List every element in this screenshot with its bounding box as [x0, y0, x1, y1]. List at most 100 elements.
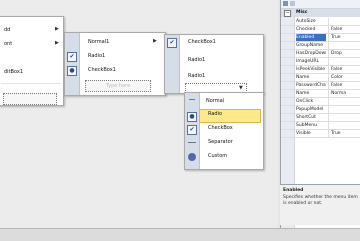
menu-item[interactable] — [0, 51, 63, 65]
dropdown-option[interactable]: Separator — [203, 136, 263, 149]
collapse-icon[interactable]: − — [284, 10, 291, 17]
menu-icon-strip — [65, 33, 80, 95]
dropdown-arrow-icon[interactable]: ▼ — [239, 85, 243, 91]
menu-item-label: dd — [4, 27, 11, 33]
property-row[interactable]: PopupModel — [281, 106, 360, 114]
menu-item[interactable]: CheckBox1 — [183, 35, 263, 49]
menu-item[interactable]: Radio1 — [183, 53, 263, 67]
property-name: Name — [296, 91, 310, 96]
check-icon: ✔ — [67, 52, 77, 62]
separator-icon — [188, 142, 196, 143]
dropdown-option[interactable]: Normal — [201, 95, 263, 108]
property-value[interactable]: False — [328, 26, 360, 33]
menu-item-label: Radio1 — [188, 73, 206, 79]
property-value[interactable]: False — [328, 66, 360, 73]
property-name: OnClick — [296, 99, 314, 104]
submenu-arrow-icon: ▶ — [153, 38, 157, 44]
menu-item[interactable]: CheckBox1 — [83, 63, 165, 77]
menu-item-label: Normal1 — [88, 39, 110, 45]
menu-item[interactable]: ditBox1 — [0, 65, 63, 79]
option-label: CheckBox — [208, 125, 233, 131]
add-item-placeholder: Type here — [105, 83, 131, 89]
submenu-arrow-icon: ▶ — [55, 40, 59, 46]
property-name: HasDropDown — [296, 51, 326, 56]
property-value[interactable]: False — [328, 82, 360, 89]
menu-item-label: ditBox1 — [4, 69, 23, 75]
property-value[interactable]: True — [328, 130, 360, 137]
property-value[interactable] — [328, 98, 360, 105]
normal-icon — [189, 99, 195, 100]
menu-item-label: ont — [4, 41, 13, 47]
menu-item-label: CheckBox1 — [88, 67, 116, 73]
property-name: Checked — [296, 27, 316, 32]
item-type-dropdown: Normal ● Radio ✔ CheckBox Separator Cust… — [184, 92, 264, 170]
dropdown-option[interactable]: Radio — [203, 108, 263, 121]
custom-icon — [188, 153, 196, 161]
property-row[interactable]: Checked False — [281, 26, 360, 34]
properties-toolbar — [281, 0, 360, 9]
section-label: Misc — [296, 10, 308, 15]
option-label: Custom — [208, 153, 228, 159]
menu-item-label: Radio1 — [188, 57, 206, 63]
property-row[interactable]: AutoSize — [281, 18, 360, 26]
dropdown-option[interactable]: CheckBox — [203, 122, 263, 135]
property-name: PopupModel — [296, 107, 324, 112]
property-value[interactable] — [328, 42, 360, 49]
menu-panel-3: ✔ CheckBox1 Radio1 Radio1 ▼ — [164, 34, 264, 95]
menu-item-label: CheckBox1 — [188, 39, 216, 45]
property-row[interactable]: Enabled True — [281, 34, 360, 42]
menu-panel-2: ✔ ● Normal1 ▶ Radio1 CheckBox1 Type here — [64, 32, 166, 96]
property-row[interactable]: ShortCut — [281, 114, 360, 122]
add-item-box[interactable]: Type here — [85, 80, 151, 92]
alphabetical-icon[interactable] — [290, 1, 295, 6]
property-row[interactable]: Name Norma — [281, 90, 360, 98]
property-value[interactable]: True — [328, 34, 360, 41]
property-name: Enabled — [296, 34, 326, 41]
description-title: Enabled — [283, 188, 304, 193]
property-row[interactable]: HasDropDown Drop — [281, 50, 360, 58]
properties-section-header: − Misc — [281, 9, 360, 17]
menu-item[interactable]: dd — [0, 23, 63, 37]
property-row[interactable]: PasswordChar False — [281, 82, 360, 90]
property-row[interactable]: OnClick — [281, 98, 360, 106]
option-label: Separator — [208, 139, 233, 145]
property-row[interactable]: IsPeekVisible False — [281, 66, 360, 74]
menu-panel-1: dd ▶ ont ▶ ditBox1 — [0, 16, 64, 106]
dropdown-option[interactable]: Custom — [203, 150, 263, 163]
option-label: Normal — [206, 98, 225, 104]
property-row[interactable]: GroupName — [281, 42, 360, 50]
property-name: Visible — [296, 131, 311, 136]
property-value[interactable] — [328, 106, 360, 113]
property-name: GroupName — [296, 43, 323, 48]
property-row[interactable]: Name Color — [281, 74, 360, 82]
property-value[interactable] — [328, 114, 360, 121]
property-value[interactable]: Drop — [328, 50, 360, 57]
radio-icon: ● — [187, 112, 197, 122]
property-row[interactable]: ImageURL — [281, 58, 360, 66]
property-name: PasswordChar — [296, 83, 326, 88]
menu-item-label: Radio1 — [88, 53, 106, 59]
check-icon: ✔ — [167, 38, 177, 48]
property-row[interactable]: Visible True — [281, 130, 360, 138]
submenu-arrow-icon: ▶ — [55, 26, 59, 32]
property-description: Enabled Specifies whether the menu item … — [280, 184, 360, 225]
property-value[interactable] — [328, 122, 360, 129]
property-name: ShortCut — [296, 115, 316, 120]
radio-icon: ● — [67, 66, 77, 76]
add-item-box[interactable] — [3, 93, 57, 105]
menu-item[interactable]: ont — [0, 37, 63, 51]
property-name: SubMenu — [296, 123, 317, 128]
property-value[interactable]: Color — [328, 74, 360, 81]
description-text: Specifies whether the menu item is enabl… — [283, 195, 358, 206]
property-value[interactable] — [328, 58, 360, 65]
property-value[interactable] — [328, 18, 360, 25]
property-name: AutoSize — [296, 19, 316, 24]
property-value[interactable]: Norma — [328, 90, 360, 97]
menu-item[interactable]: Radio1 — [183, 69, 263, 83]
categorized-icon[interactable] — [283, 1, 288, 6]
property-name: ImageURL — [296, 59, 320, 64]
option-label: Radio — [208, 111, 223, 117]
property-row[interactable]: SubMenu — [281, 122, 360, 130]
property-name: Name — [296, 75, 310, 80]
menu-item[interactable]: Radio1 — [83, 49, 165, 63]
